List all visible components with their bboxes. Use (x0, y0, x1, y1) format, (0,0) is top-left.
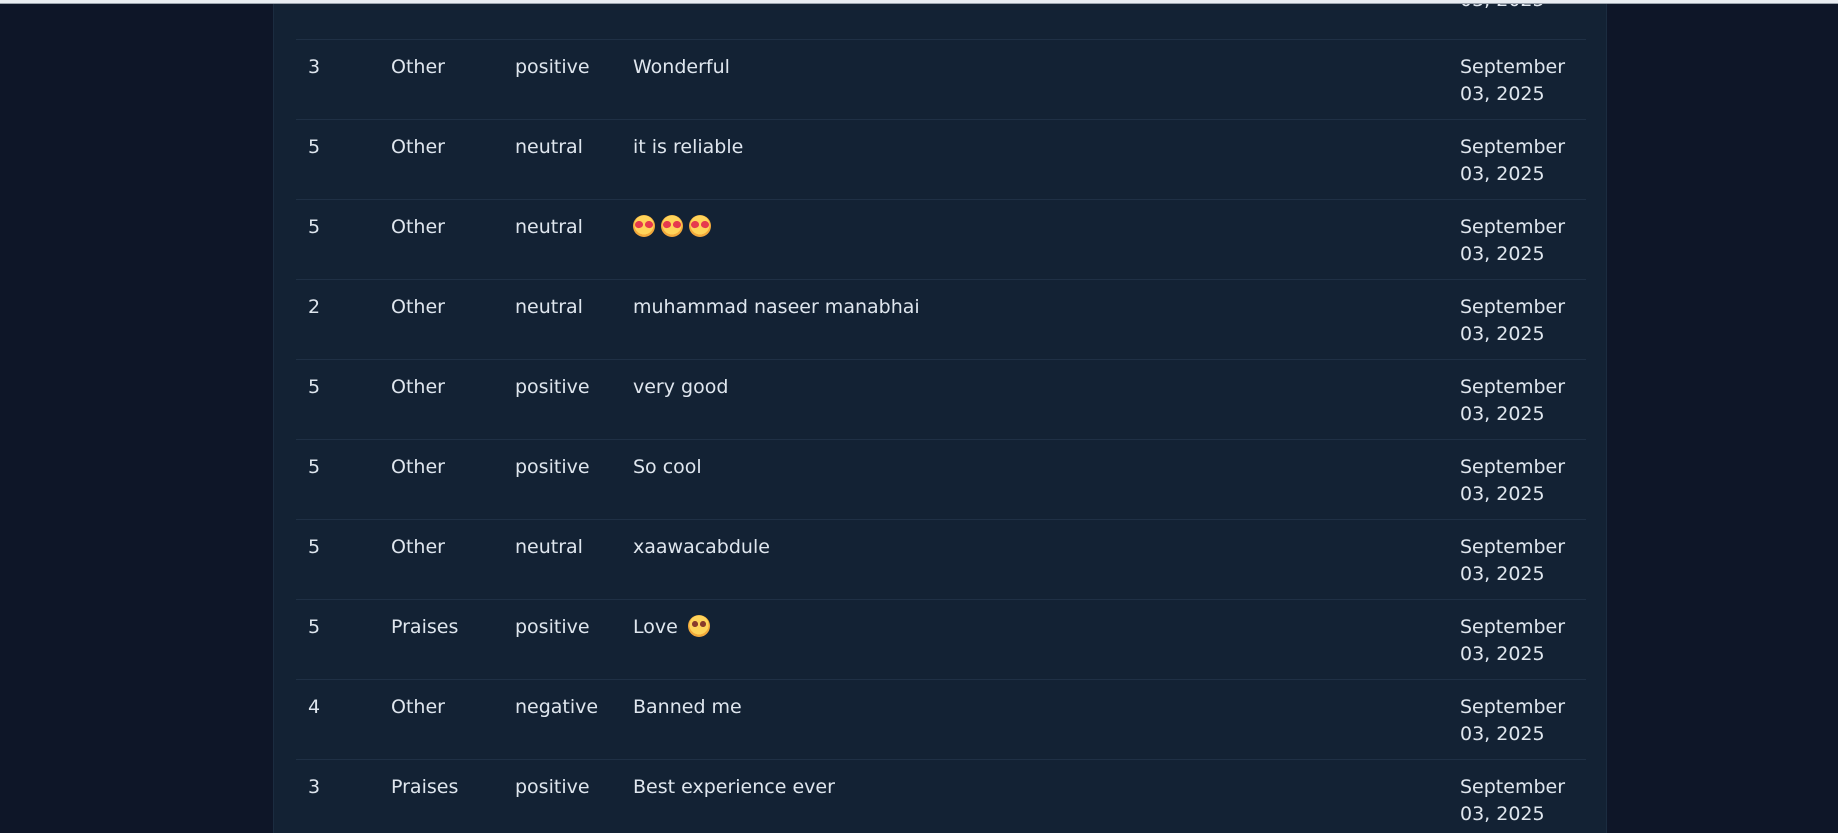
comment-cell: it is reliable (633, 136, 744, 158)
sentiment-cell: neutral (515, 536, 583, 558)
rating-cell: 3 (308, 776, 321, 798)
date-cell: September 03, 2025 (1460, 456, 1566, 505)
date-cell: September 03, 2025 (1460, 696, 1566, 745)
table-row: 5 Other positive very good September 03,… (296, 360, 1586, 440)
smiling-face-with-hearts-icon (633, 215, 655, 237)
rating-cell: 5 (308, 456, 321, 478)
category-cell: Other (391, 456, 445, 478)
category-cell: Other (391, 56, 445, 78)
category-cell: Praises (391, 616, 459, 638)
table-row: 03, 2025 (296, 4, 1586, 40)
rating-cell: 5 (308, 376, 321, 398)
feedback-table-panel: 03, 2025 3 Other positive Wonderful Sept… (273, 4, 1607, 833)
comment-cell (633, 214, 717, 241)
table-row: 4 Other negative Banned me September 03,… (296, 680, 1586, 760)
table-row: 3 Praises positive Best experience ever … (296, 760, 1586, 833)
table-row: 5 Other neutral xaawacabdule September 0… (296, 520, 1586, 600)
comment-cell: Love (633, 614, 716, 641)
rating-cell: 5 (308, 136, 321, 158)
category-cell: Other (391, 696, 445, 718)
date-cell: September 03, 2025 (1460, 296, 1566, 345)
date-cell: 03, 2025 (1460, 4, 1570, 14)
table-row: 5 Praises positive Love September 03, 20… (296, 600, 1586, 680)
category-cell: Other (391, 136, 445, 158)
sentiment-cell: neutral (515, 296, 583, 318)
sentiment-cell: neutral (515, 136, 583, 158)
sentiment-cell: positive (515, 376, 590, 398)
table-row: 3 Other positive Wonderful September 03,… (296, 40, 1586, 120)
sentiment-cell: neutral (515, 216, 583, 238)
date-cell: September 03, 2025 (1460, 216, 1566, 265)
rating-cell: 5 (308, 216, 321, 238)
rating-cell: 5 (308, 536, 321, 558)
date-cell: September 03, 2025 (1460, 376, 1566, 425)
rating-cell: 2 (308, 296, 321, 318)
smiling-face-with-hearts-icon (661, 215, 683, 237)
category-cell: Other (391, 376, 445, 398)
comment-cell: So cool (633, 456, 702, 478)
category-cell: Other (391, 296, 445, 318)
comment-cell: Banned me (633, 696, 742, 718)
rating-cell: 5 (308, 616, 321, 638)
sentiment-cell: positive (515, 56, 590, 78)
date-cell: September 03, 2025 (1460, 536, 1566, 585)
category-cell: Other (391, 536, 445, 558)
date-cell: September 03, 2025 (1460, 56, 1566, 105)
sentiment-cell: positive (515, 616, 590, 638)
smiling-face-with-hearts-icon (689, 215, 711, 237)
heart-eyes-face-icon (687, 615, 710, 637)
category-cell: Other (391, 216, 445, 238)
table-row: 2 Other neutral muhammad naseer manabhai… (296, 280, 1586, 360)
table-row: 5 Other neutral September 03, 2025 (296, 200, 1586, 280)
feedback-table: 03, 2025 3 Other positive Wonderful Sept… (296, 4, 1586, 833)
sentiment-cell: positive (515, 776, 590, 798)
category-cell: Praises (391, 776, 459, 798)
date-cell: September 03, 2025 (1460, 136, 1566, 185)
comment-cell: Wonderful (633, 56, 730, 78)
comment-cell: xaawacabdule (633, 536, 770, 558)
date-cell: September 03, 2025 (1460, 776, 1566, 825)
date-cell: September 03, 2025 (1460, 616, 1566, 665)
table-row: 5 Other neutral it is reliable September… (296, 120, 1586, 200)
rating-cell: 4 (308, 696, 321, 718)
sentiment-cell: positive (515, 456, 590, 478)
rating-cell: 3 (308, 56, 321, 78)
comment-cell: muhammad naseer manabhai (633, 296, 920, 318)
comment-text: Love (633, 616, 678, 638)
comment-cell: Best experience ever (633, 776, 835, 798)
table-row: 5 Other positive So cool September 03, 2… (296, 440, 1586, 520)
sentiment-cell: negative (515, 696, 599, 718)
comment-cell: very good (633, 376, 729, 398)
